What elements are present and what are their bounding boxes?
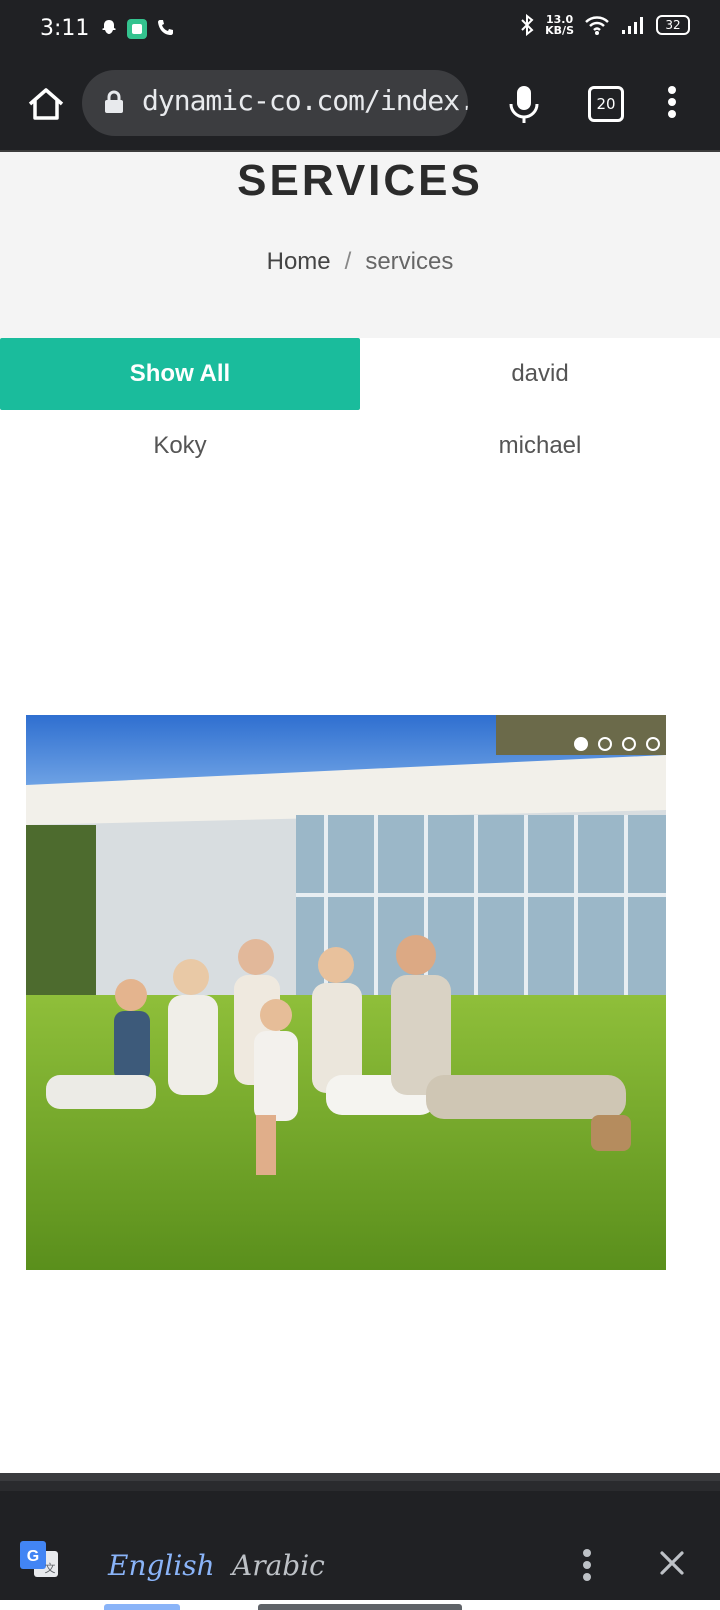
- battery-indicator: 32: [656, 15, 690, 35]
- svg-text:文: 文: [45, 1561, 56, 1575]
- filter-show-all[interactable]: Show All: [0, 338, 360, 410]
- family-on-lawn-photo: [26, 715, 666, 1270]
- filter-michael[interactable]: michael: [360, 410, 720, 482]
- browser-menu-icon[interactable]: [662, 86, 682, 126]
- close-icon[interactable]: [656, 1547, 688, 1579]
- lock-icon: [105, 90, 123, 113]
- status-time: 3:11: [40, 16, 90, 41]
- breadcrumb: Home / services: [0, 248, 720, 276]
- status-bar: 3:11 13.0 KB/S 32: [0, 0, 720, 62]
- url-text[interactable]: dynamic-co.com/index.php/Se: [142, 84, 468, 117]
- browser-toolbar: dynamic-co.com/index.php/Se 20: [0, 62, 720, 152]
- page-title: SERVICES: [237, 156, 483, 205]
- slider-dot-1[interactable]: [574, 737, 588, 751]
- svg-text:G: G: [27, 1548, 39, 1565]
- tab-switcher-button[interactable]: 20: [588, 86, 624, 122]
- network-speed-unit: KB/S: [545, 24, 574, 37]
- breadcrumb-home-link[interactable]: Home: [267, 248, 331, 275]
- page-header: SERVICES Home / services: [0, 152, 720, 338]
- signal-icon: [622, 17, 643, 34]
- portfolio-filter: Show All david Koky michael: [0, 338, 720, 482]
- language-english-tab[interactable]: English: [108, 1549, 215, 1582]
- phone-icon: [158, 20, 173, 35]
- breadcrumb-current: services: [365, 248, 454, 275]
- snapchat-icon: [102, 20, 116, 34]
- google-translate-icon: G 文: [20, 1541, 58, 1577]
- translate-menu-icon[interactable]: [580, 1547, 594, 1587]
- microphone-icon[interactable]: [506, 82, 542, 126]
- breadcrumb-separator: /: [344, 248, 352, 275]
- slider-dot-3[interactable]: [622, 737, 636, 751]
- translate-bar: G 文 English Arabic: [0, 1481, 720, 1610]
- home-icon[interactable]: [24, 82, 68, 126]
- translate-bar-scroll-indicator: [258, 1604, 462, 1610]
- wifi-icon: [585, 16, 609, 35]
- translate-bar-divider: [0, 1473, 720, 1481]
- active-language-indicator: [104, 1604, 180, 1610]
- address-bar[interactable]: dynamic-co.com/index.php/Se: [82, 70, 468, 136]
- app-notification-icon: [127, 19, 147, 39]
- bluetooth-icon: [521, 14, 534, 36]
- filter-koky[interactable]: Koky: [0, 410, 360, 482]
- language-arabic-tab[interactable]: Arabic: [232, 1549, 325, 1582]
- image-slider[interactable]: [26, 715, 666, 1270]
- slider-dot-4[interactable]: [646, 737, 660, 751]
- slider-dot-2[interactable]: [598, 737, 612, 751]
- filter-david[interactable]: david: [360, 338, 720, 410]
- status-right-group: 13.0 KB/S 32: [519, 14, 690, 36]
- network-speed: 13.0 KB/S: [545, 14, 574, 36]
- slider-pagination: [574, 737, 660, 751]
